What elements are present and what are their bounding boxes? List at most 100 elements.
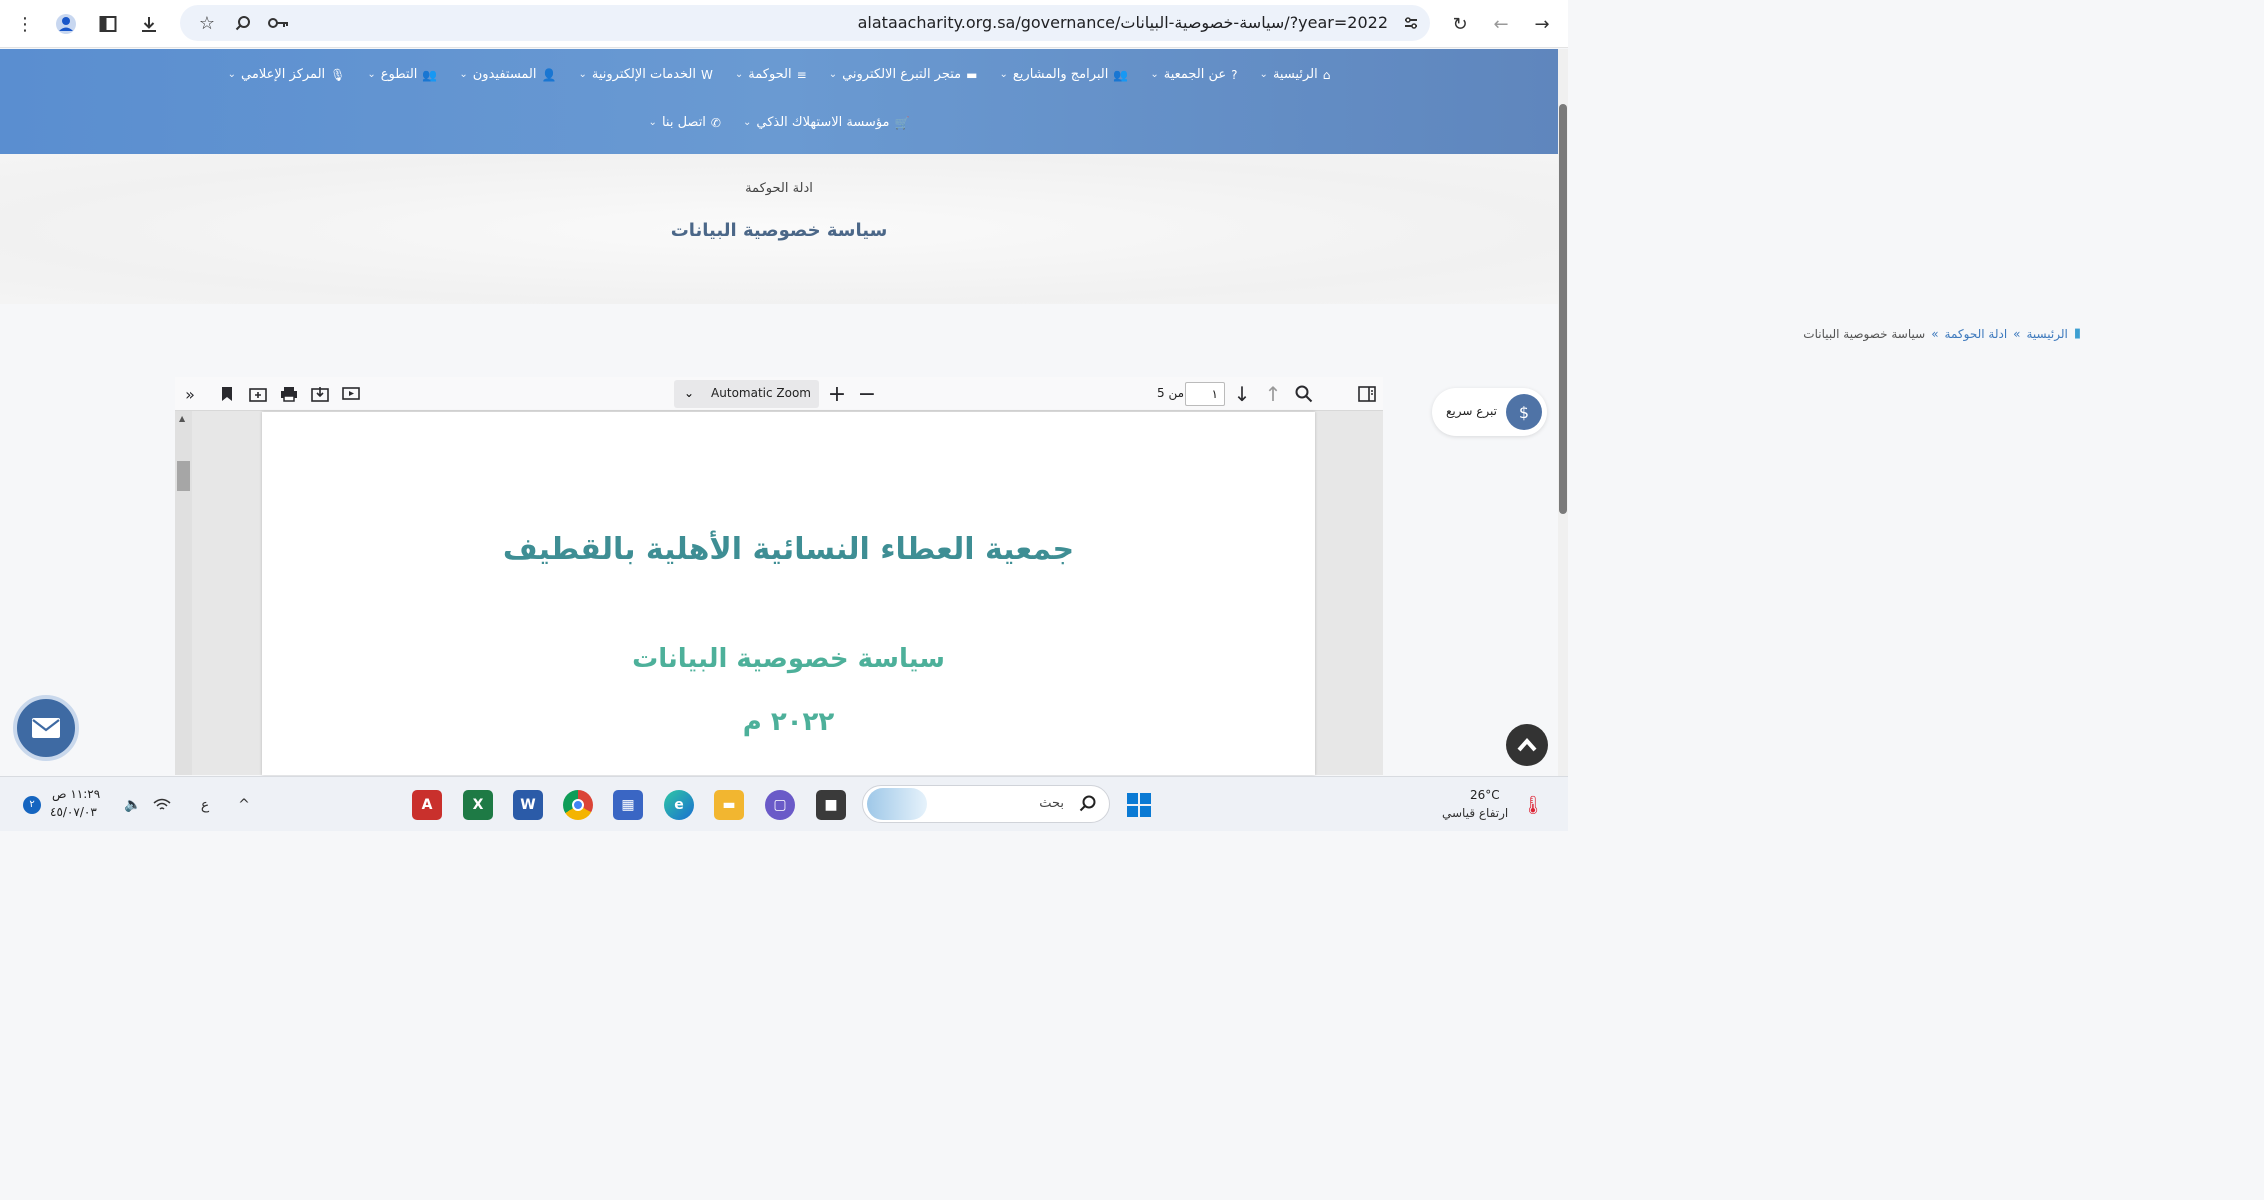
previous-page-icon[interactable]: ↑: [1261, 382, 1285, 406]
open-file-icon[interactable]: [246, 382, 270, 406]
weather-description[interactable]: ارتفاع قياسي: [1442, 806, 1508, 820]
file-explorer-icon[interactable]: ▬: [714, 790, 744, 820]
find-icon[interactable]: [1292, 382, 1316, 406]
thermometer-icon[interactable]: 🌡: [1518, 790, 1548, 820]
chevron-down-icon: ⌄: [1150, 69, 1159, 80]
breadcrumb-separator: »: [1931, 326, 1939, 341]
zoom-out-icon[interactable]: −: [855, 382, 879, 407]
taskview-app-icon[interactable]: ■: [816, 790, 846, 820]
clock-date[interactable]: ٤٥/٠٧/٠٣: [50, 805, 97, 819]
page-scrollbar-thumb[interactable]: [1559, 104, 1567, 514]
download-icon[interactable]: [134, 9, 164, 39]
chevron-down-icon: ⌄: [578, 69, 587, 80]
bookmark-icon[interactable]: [215, 382, 239, 406]
notification-badge[interactable]: ٢: [23, 796, 41, 814]
url-text[interactable]: alataacharity.org.sa/governance/سياسة-خص…: [858, 13, 1388, 32]
chevron-down-icon: ⌄: [1259, 69, 1268, 80]
nav-item[interactable]: ✆ اتصل بنا ⌄: [649, 115, 721, 130]
zoom-value: Automatic Zoom: [711, 386, 811, 400]
chevron-down-icon: ⌄: [648, 117, 657, 128]
back-icon[interactable]: →: [1527, 9, 1557, 39]
scroll-to-top-button[interactable]: [1506, 724, 1548, 766]
nav-icon: 🎙: [330, 67, 346, 82]
nav-item[interactable]: W الخدمات الإلكترونية ⌄: [578, 67, 712, 82]
nav-label: المركز الإعلامي: [241, 67, 326, 82]
browser-menu-icon[interactable]: ⋮: [10, 9, 40, 39]
nav-row-secondary: 🛒 مؤسسة الاستهلاك الذكي ⌄ ✆ اتصل بنا ⌄: [0, 115, 1558, 130]
show-hidden-icons-icon[interactable]: ^: [229, 790, 259, 820]
password-key-icon[interactable]: [264, 8, 294, 38]
address-bar[interactable]: ☆ alataacharity.org.sa/governance/سياسة-…: [180, 5, 1430, 41]
wifi-icon[interactable]: [147, 790, 177, 820]
chevron-down-icon: ⌄: [742, 117, 752, 128]
donate-hand-icon: $: [1506, 394, 1542, 430]
site-settings-icon[interactable]: [1396, 8, 1426, 38]
windows-start-icon[interactable]: [1124, 790, 1154, 820]
scroll-up-icon[interactable]: ▲: [179, 414, 185, 423]
clock-time[interactable]: ١١:٢٩ ص: [52, 787, 100, 801]
breadcrumb-section[interactable]: ادلة الحوكمة: [1945, 327, 2008, 341]
nav-item[interactable]: 🛒 مؤسسة الاستهلاك الذكي ⌄: [743, 115, 909, 130]
zoom-select[interactable]: ⌄ Automatic Zoom: [674, 380, 819, 408]
store-app-icon[interactable]: ▦: [613, 790, 643, 820]
nav-label: البرامج والمشاريع: [1012, 67, 1109, 82]
pdf-page: جمعية العطاء النسائية الأهلية بالقطيف سي…: [262, 412, 1315, 775]
nav-icon: ≡: [796, 67, 807, 82]
profile-icon[interactable]: [51, 9, 81, 39]
forward-icon[interactable]: ←: [1486, 9, 1516, 39]
nav-icon: 👤: [541, 67, 557, 82]
reload-icon[interactable]: ↻: [1445, 9, 1475, 39]
nav-item[interactable]: 👥 التطوع ⌄: [367, 67, 437, 82]
side-panel-icon[interactable]: [93, 9, 123, 39]
chevron-down-icon: ⌄: [999, 69, 1008, 80]
search-placeholder: بحث: [1039, 796, 1064, 811]
quick-donate-button[interactable]: $ تبرع سريع: [1432, 388, 1547, 436]
nav-item[interactable]: 🎙 المركز الإعلامي ⌄: [228, 67, 346, 82]
zoom-icon[interactable]: [228, 8, 258, 38]
pdf-scrollbar-thumb[interactable]: [177, 461, 190, 491]
volume-icon[interactable]: 🔈: [118, 790, 148, 820]
page-scrollbar[interactable]: [1558, 49, 1568, 776]
swan-search-highlight-icon: [867, 788, 927, 820]
input-language[interactable]: ع: [190, 790, 220, 820]
document-title: سياسة خصوصية البيانات: [632, 644, 945, 674]
nav-label: متجر التبرع الالكتروني: [842, 67, 962, 82]
nav-item[interactable]: ≡ الحوكمة ⌄: [735, 67, 807, 82]
site-navigation: ⌂ الرئيسية ⌄? عن الجمعية ⌄ 👥 البرامج والمشاريع…: [0, 49, 1558, 154]
presentation-mode-icon[interactable]: [339, 382, 363, 406]
excel-app-icon[interactable]: X: [463, 790, 493, 820]
more-tools-icon[interactable]: »: [178, 382, 202, 406]
page-number-input[interactable]: ١: [1185, 382, 1225, 406]
nav-item[interactable]: 👥 البرامج والمشاريع ⌄: [999, 67, 1128, 82]
nav-label: الرئيسية: [1272, 67, 1318, 82]
edge-app-icon[interactable]: e: [664, 790, 694, 820]
windows-taskbar: ٢ ١١:٢٩ ص ٤٥/٠٧/٠٣ 🔈 ع ^ A X W ▦ e ▬ ▢ ■…: [0, 776, 1568, 831]
nav-icon: W: [701, 67, 713, 82]
nav-label: اتصل بنا: [661, 115, 706, 130]
contact-mail-button[interactable]: [13, 695, 79, 761]
chevron-down-icon: ⌄: [367, 69, 376, 80]
nav-item[interactable]: ▬ متجر التبرع الالكتروني ⌄: [829, 67, 978, 82]
acrobat-app-icon[interactable]: A: [412, 790, 442, 820]
next-page-icon[interactable]: ↓: [1230, 382, 1254, 406]
breadcrumb: ▮ الرئيسية » ادلة الحوكمة » سياسة خصوصية…: [1803, 326, 2081, 341]
weather-temperature[interactable]: 26°C: [1470, 788, 1500, 802]
nav-item[interactable]: ? عن الجمعية ⌄: [1150, 67, 1237, 82]
taskbar-search[interactable]: بحث: [862, 785, 1110, 823]
print-icon[interactable]: [277, 382, 301, 406]
nav-item[interactable]: ⌂ الرئيسية ⌄: [1260, 67, 1331, 82]
page-count: من 5: [1157, 386, 1185, 400]
search-icon: [1079, 795, 1096, 812]
pdf-scrollbar[interactable]: ▲: [175, 411, 192, 775]
toggle-sidebar-icon[interactable]: [1355, 382, 1379, 406]
download-pdf-icon[interactable]: [308, 382, 332, 406]
pdf-viewer: » ⌄ Automatic Zoom + − من 5 ١ ↓ ↑ ▲ جمعي…: [175, 377, 1383, 775]
bookmark-star-icon[interactable]: ☆: [192, 8, 222, 38]
nav-item[interactable]: 👤 المستفيدون ⌄: [459, 67, 556, 82]
teams-chat-icon[interactable]: ▢: [765, 790, 795, 820]
breadcrumb-home[interactable]: الرئيسية: [2027, 327, 2068, 341]
bookmark-icon: ▮: [2073, 326, 2081, 341]
zoom-in-icon[interactable]: +: [825, 382, 849, 407]
chrome-app-icon[interactable]: [563, 790, 593, 820]
word-app-icon[interactable]: W: [513, 790, 543, 820]
